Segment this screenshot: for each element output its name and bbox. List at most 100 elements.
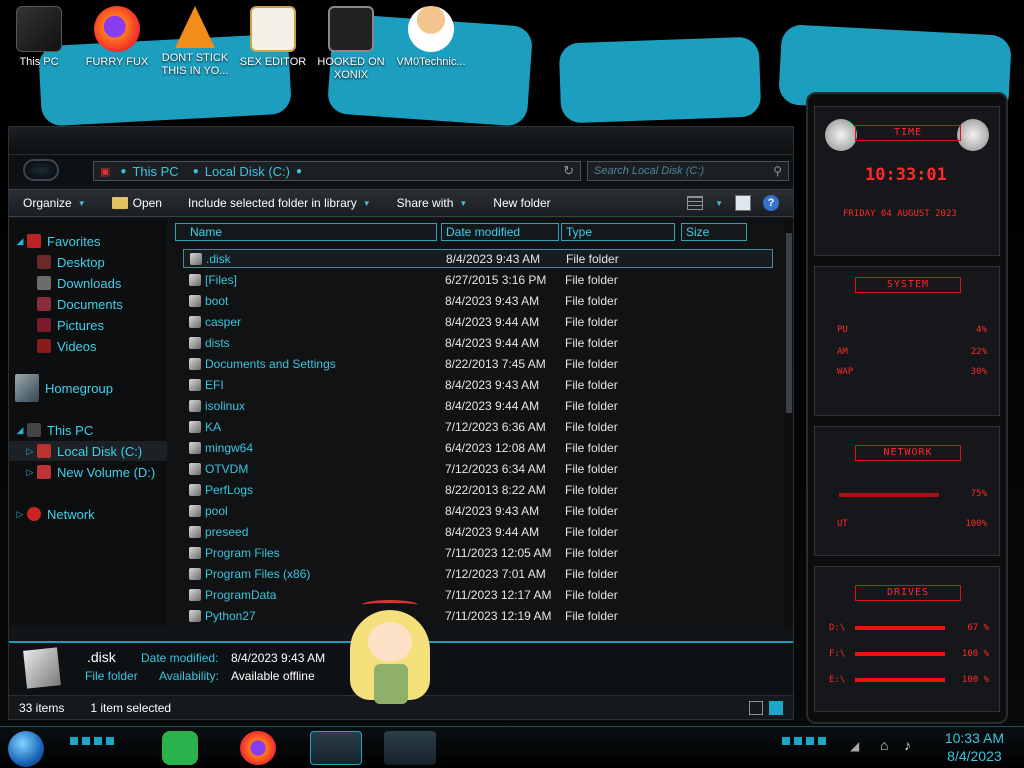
network-tray-icon[interactable]: ⌂ <box>880 737 888 753</box>
back-forward-icon[interactable] <box>23 159 59 181</box>
file-row[interactable]: mingw64 6/4/2023 12:08 AM File folder <box>183 438 773 457</box>
computer-icon: ▣ <box>100 165 111 178</box>
taskbar-clock[interactable]: 10:33 AM 8/4/2023 <box>945 729 1004 765</box>
file-row[interactable]: preseed 8/4/2023 9:44 AM File folder <box>183 522 773 541</box>
taskbar-file-explorer-icon[interactable] <box>310 731 362 765</box>
breadcrumb-local-disk[interactable]: Local Disk (C:) <box>205 164 290 179</box>
file-type: File folder <box>565 461 618 476</box>
organize-button[interactable]: Organize ▼ <box>23 196 86 210</box>
nav-this-pc[interactable]: ◢ This PC <box>9 420 167 440</box>
command-toolbar: Organize ▼ Open Include selected folder … <box>9 189 793 217</box>
address-bar[interactable]: ▣ ● This PC ● Local Disk (C:) ● ↻ <box>93 161 581 181</box>
file-date: 6/4/2023 12:08 AM <box>445 440 546 455</box>
file-date: 7/12/2023 7:01 AM <box>445 566 546 581</box>
breadcrumb-separator-icon: ● <box>192 165 199 177</box>
file-type: File folder <box>565 482 618 497</box>
file-type: File folder <box>565 398 618 413</box>
search-icon[interactable]: ⚲ <box>773 164 782 178</box>
nav-local-disk[interactable]: ▷ Local Disk (C:) <box>9 441 167 461</box>
desktop-icon-dont-stick[interactable]: DONT STICK THIS IN YO... <box>156 6 234 78</box>
chevron-down-icon[interactable]: ▼ <box>715 199 723 208</box>
taskbar-firefox-icon[interactable] <box>240 731 276 765</box>
column-label: Size <box>686 225 710 239</box>
file-row[interactable]: OTVDM 7/12/2023 6:34 AM File folder <box>183 459 773 478</box>
character-horns <box>362 600 418 610</box>
file-row[interactable]: boot 8/4/2023 9:43 AM File folder <box>183 291 773 310</box>
search-input[interactable]: Search Local Disk (C:) ⚲ <box>587 161 789 181</box>
documents-icon <box>37 297 51 311</box>
column-header-size[interactable]: Size <box>681 223 747 241</box>
new-folder-button[interactable]: New folder <box>493 196 550 210</box>
start-orb-icon[interactable] <box>8 731 44 767</box>
desktop-icon-hooked-on-xonix[interactable]: HOOKED ON XONIX <box>312 6 390 82</box>
nav-downloads[interactable]: Downloads <box>9 273 167 293</box>
column-header-date[interactable]: Date modified <box>441 223 559 241</box>
refresh-icon[interactable]: ↻ <box>563 163 574 179</box>
window-title-bar[interactable] <box>9 127 793 155</box>
file-row[interactable]: Program Files (x86) 7/12/2023 7:01 AM File… <box>183 564 773 583</box>
file-row[interactable]: isolinux 8/4/2023 9:44 AM File folder <box>183 396 773 415</box>
file-row[interactable]: pool 8/4/2023 9:43 AM File folder <box>183 501 773 520</box>
vertical-scrollbar[interactable] <box>785 219 793 629</box>
share-with-button[interactable]: Share with ▼ <box>397 196 468 210</box>
large-icons-view-icon[interactable] <box>769 701 783 715</box>
desktop-icon-vm0technic[interactable]: VM0Technic... <box>392 6 470 69</box>
desktop-icon-label: FURRY FUX <box>85 56 149 68</box>
taskbar-app-icon[interactable] <box>384 731 436 765</box>
column-label: Type <box>566 225 593 239</box>
nav-pictures[interactable]: Pictures <box>9 315 167 335</box>
star-icon <box>27 234 41 248</box>
file-row[interactable]: [Files] 6/27/2015 3:16 PM File folder <box>183 270 773 289</box>
file-row[interactable]: EFI 8/4/2023 9:43 AM File folder <box>183 375 773 394</box>
file-row[interactable]: dists 8/4/2023 9:44 AM File folder <box>183 333 773 352</box>
preview-pane-icon[interactable] <box>735 195 751 211</box>
expand-arrow-icon[interactable]: ◢ <box>13 425 27 436</box>
details-view-icon[interactable] <box>749 701 763 715</box>
column-header-type[interactable]: Type <box>561 223 675 241</box>
breadcrumb-this-pc[interactable]: This PC <box>132 164 178 179</box>
taskbar-feedly-icon[interactable] <box>162 731 198 765</box>
file-date: 8/4/2023 9:43 AM <box>446 251 541 266</box>
view-options-icon[interactable] <box>687 196 704 210</box>
file-row[interactable]: Python27 7/11/2023 12:19 AM File folder <box>183 606 773 625</box>
file-date: 8/4/2023 9:43 AM <box>445 377 540 392</box>
alienware-logo-icon <box>825 119 857 151</box>
chevron-down-icon: ▼ <box>459 198 468 208</box>
expand-arrow-icon[interactable]: ▷ <box>13 509 27 520</box>
nav-network[interactable]: ▷ Network <box>9 504 167 524</box>
nav-favorites[interactable]: ◢ Favorites <box>9 231 167 251</box>
clock-date: 8/4/2023 <box>947 748 1002 764</box>
details-kind: File folder <box>85 669 138 683</box>
nav-homegroup[interactable]: Homegroup <box>9 373 167 403</box>
cartoon-character-image <box>350 600 436 722</box>
file-row[interactable]: Program Files 7/11/2023 12:05 AM File fold… <box>183 543 773 562</box>
expand-arrow-icon[interactable]: ▷ <box>23 446 37 457</box>
file-row[interactable]: PerfLogs 8/22/2013 8:22 AM File folder <box>183 480 773 499</box>
nav-documents[interactable]: Documents <box>9 294 167 314</box>
desktop-icon-sex-editor[interactable]: SEX EDITOR <box>234 6 312 69</box>
expand-arrow-icon[interactable]: ▷ <box>23 467 37 478</box>
volume-icon[interactable]: ♪ <box>904 737 911 753</box>
nav-new-volume[interactable]: ▷ New Volume (D:) <box>9 462 167 482</box>
file-row[interactable]: ProgramData 7/11/2023 12:17 AM File folder <box>183 585 773 604</box>
nav-desktop[interactable]: Desktop <box>9 252 167 272</box>
desktop-icon-this-pc[interactable]: This PC <box>0 6 78 69</box>
nav-videos[interactable]: Videos <box>9 336 167 356</box>
desktop-folder-icon <box>37 255 51 269</box>
scrollbar-thumb[interactable] <box>786 233 792 413</box>
file-row[interactable]: KA 7/12/2023 6:36 AM File folder <box>183 417 773 436</box>
file-row[interactable]: .disk 8/4/2023 9:43 AM File folder <box>183 249 773 268</box>
drive-usage-bar <box>855 626 945 630</box>
open-button[interactable]: Open <box>111 196 162 210</box>
file-row[interactable]: casper 8/4/2023 9:44 AM File folder <box>183 312 773 331</box>
expand-arrow-icon[interactable]: ◢ <box>13 236 27 247</box>
column-header-name[interactable]: Name <box>175 223 437 241</box>
include-in-library-button[interactable]: Include selected folder in library ▼ <box>188 196 371 210</box>
show-hidden-icons-icon[interactable]: ◢ <box>850 739 859 753</box>
help-icon[interactable]: ? <box>763 195 779 211</box>
file-row[interactable]: Documents and Settings 8/22/2013 7:45 AM F… <box>183 354 773 373</box>
column-label: Date modified <box>446 225 521 239</box>
desktop-icon-furry-fux[interactable]: FURRY FUX <box>78 6 156 69</box>
file-type: File folder <box>565 524 618 539</box>
drive-value: 67 % <box>967 623 989 633</box>
